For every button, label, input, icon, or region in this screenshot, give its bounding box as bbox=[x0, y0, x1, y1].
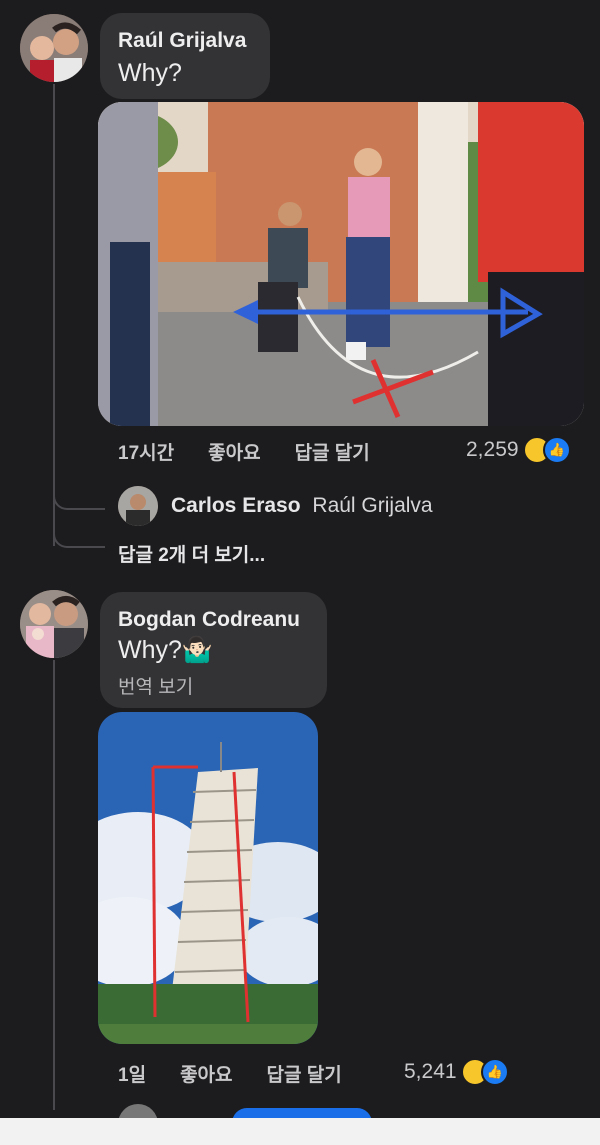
reply-button[interactable]: 답글 달기 bbox=[295, 438, 370, 465]
reply-connector bbox=[53, 470, 105, 510]
thread-line bbox=[53, 660, 55, 1110]
comment-photo[interactable] bbox=[98, 102, 584, 426]
comment-author[interactable]: Raúl Grijalva bbox=[118, 29, 246, 53]
comment-bubble: Raúl Grijalva Why? bbox=[100, 13, 270, 99]
avatar[interactable] bbox=[118, 486, 158, 526]
floating-pill-button[interactable] bbox=[232, 1108, 372, 1118]
reply-mention: Raúl Grijalva bbox=[312, 494, 433, 517]
comment-actions: 1일 좋아요 답글 달기 bbox=[118, 1060, 376, 1087]
comment-photo[interactable] bbox=[98, 712, 318, 1044]
translate-link[interactable]: 번역 보기 bbox=[118, 672, 193, 699]
avatar[interactable] bbox=[118, 1104, 158, 1118]
like-reaction-icon: 👍 bbox=[542, 436, 571, 464]
comment-bubble: Bogdan Codreanu Why?🤷🏻‍♂️ 번역 보기 bbox=[100, 592, 327, 708]
comment-author[interactable]: Bogdan Codreanu bbox=[118, 608, 300, 632]
comment-actions: 17시간 좋아요 답글 달기 bbox=[118, 438, 404, 465]
reaction-count: 2,259 bbox=[466, 438, 519, 461]
reaction-count: 5,241 bbox=[404, 1060, 457, 1083]
reaction-summary[interactable]: 2,259 👍 bbox=[466, 436, 571, 464]
avatar[interactable] bbox=[20, 14, 88, 82]
comment-time: 17시간 bbox=[118, 443, 175, 464]
reply-connector bbox=[53, 508, 105, 548]
comment-thread: Raúl Grijalva Why? 17시간 좋아요 답글 달기 2,259 … bbox=[0, 0, 600, 1118]
comment-text: Why? bbox=[118, 59, 182, 87]
comment-text: Why?🤷🏻‍♂️ bbox=[118, 636, 214, 664]
avatar[interactable] bbox=[20, 590, 88, 658]
like-button[interactable]: 좋아요 bbox=[180, 1060, 232, 1087]
reply-preview[interactable]: Carlos Eraso Raúl Grijalva bbox=[171, 494, 433, 518]
like-reaction-icon: 👍 bbox=[480, 1058, 509, 1086]
like-button[interactable]: 좋아요 bbox=[208, 438, 260, 465]
reply-author[interactable]: Carlos Eraso bbox=[171, 494, 301, 517]
reply-button[interactable]: 답글 달기 bbox=[267, 1060, 342, 1087]
comment-time: 1일 bbox=[118, 1065, 147, 1086]
reaction-summary[interactable]: 5,241 👍 bbox=[404, 1058, 509, 1086]
more-replies-link[interactable]: 답글 2개 더 보기... bbox=[118, 540, 265, 567]
